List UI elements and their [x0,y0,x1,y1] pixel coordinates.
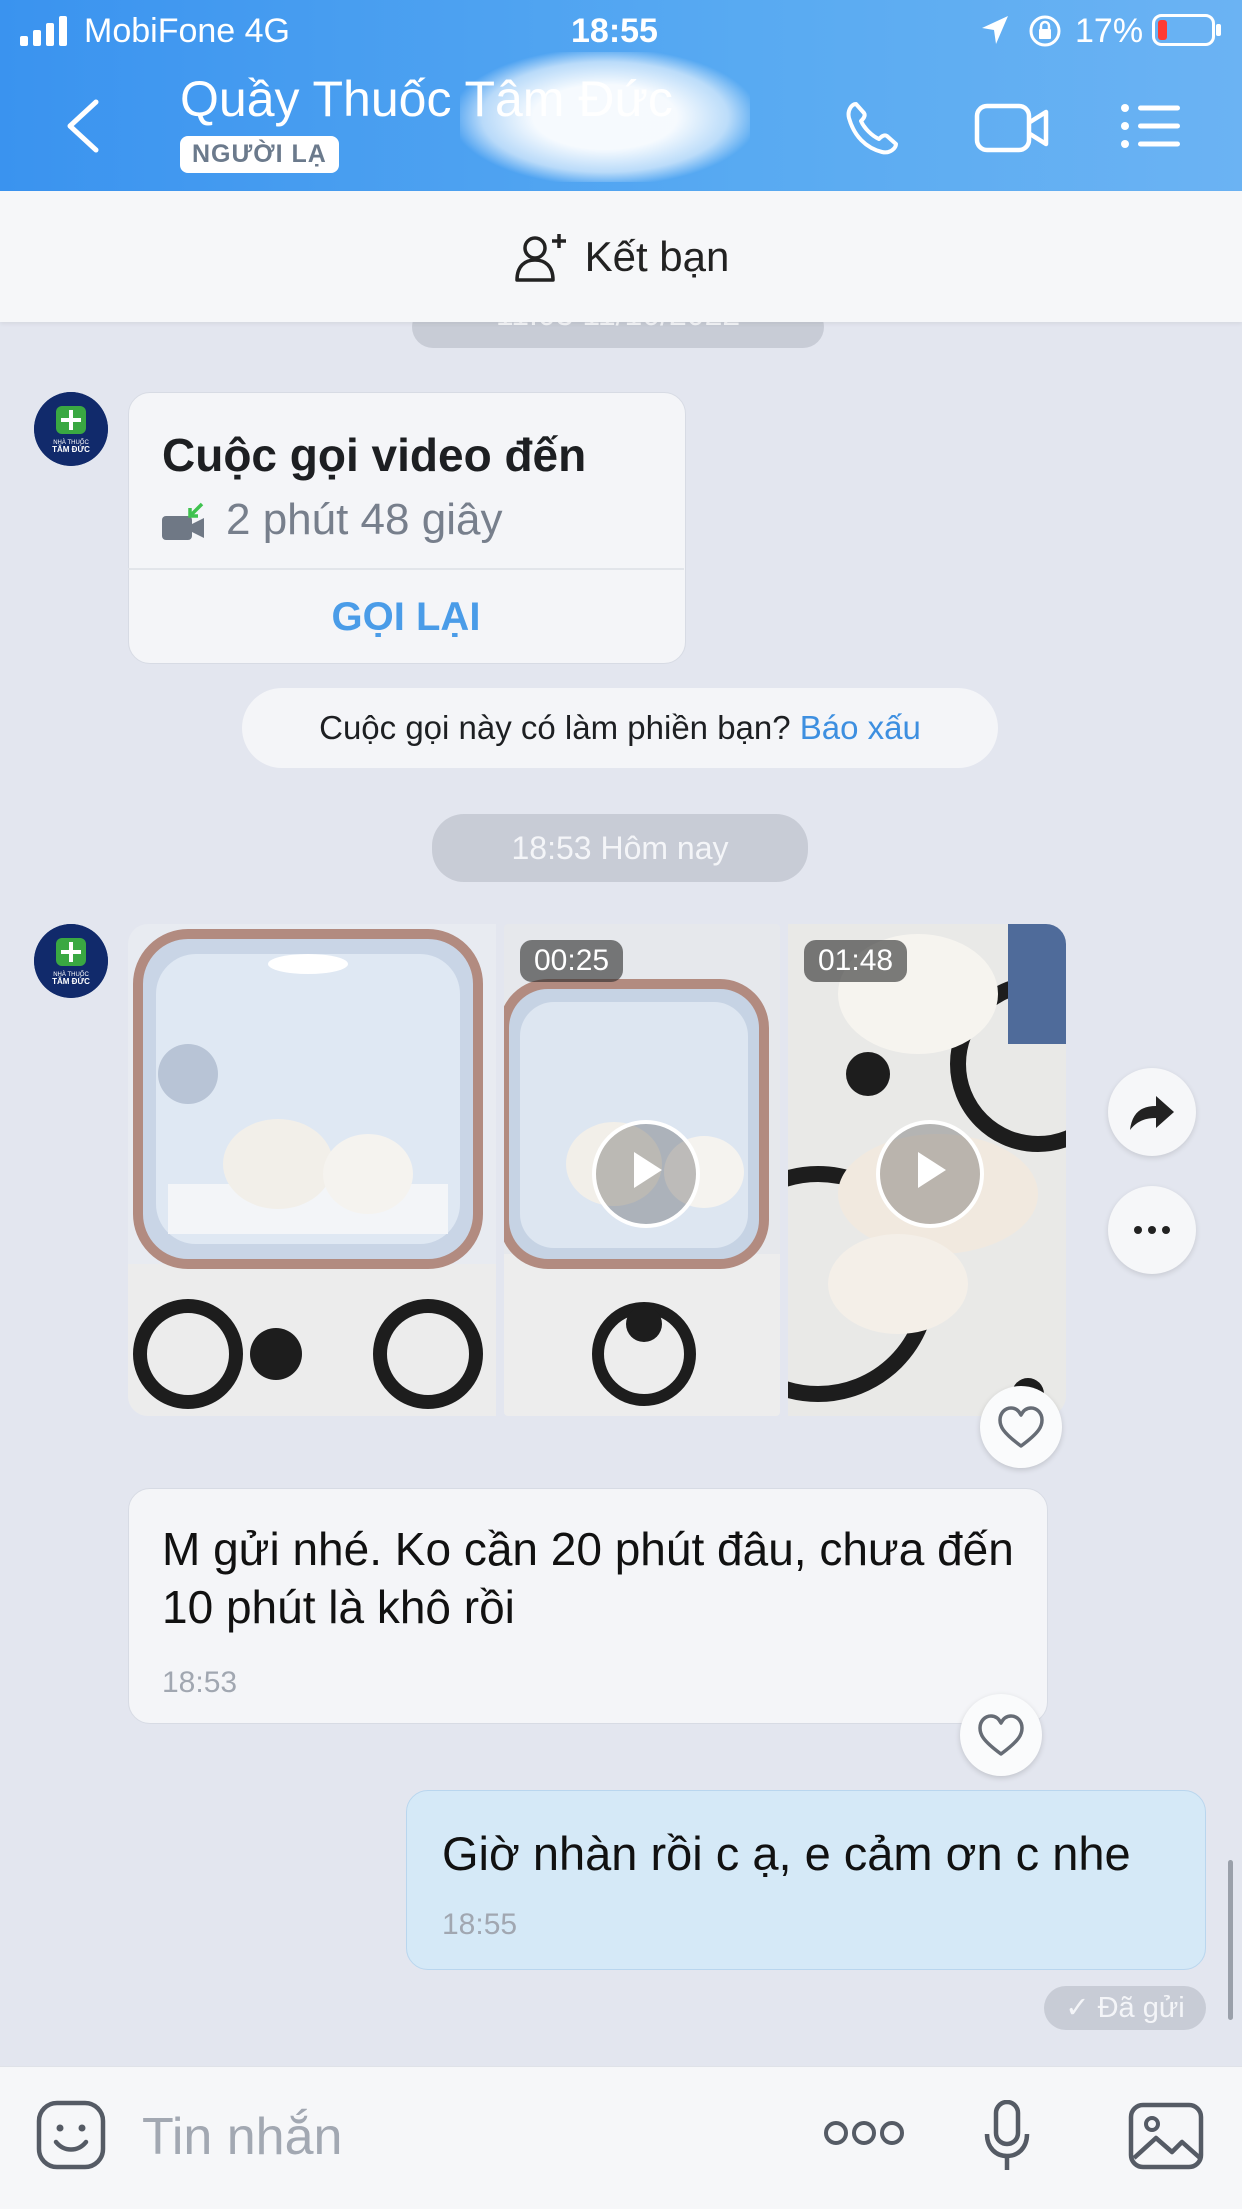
call-back-button[interactable]: GỌI LẠI [128,584,684,650]
avatar[interactable]: NHÀ THUỐC TÂM ĐỨC [34,392,108,466]
rotation-lock-icon [1029,15,1061,47]
pharmacy-logo-icon: NHÀ THUỐC TÂM ĐỨC [34,392,108,466]
message-text: M gửi nhé. Ko cần 20 phút đâu, chưa đến … [162,1523,1014,1633]
forward-button[interactable] [1108,1068,1196,1156]
add-friend-button[interactable]: Kết bạn [0,191,1242,322]
heart-icon [998,1406,1044,1448]
more-options-button[interactable] [1108,1186,1196,1274]
dog-dryer-photo [128,924,496,1416]
ellipsis-icon [1134,1226,1170,1234]
call-title: Cuộc gọi video đến [162,429,587,481]
signal-icon [20,16,67,46]
add-friend-label: Kết bạn [584,232,730,280]
phone-call-icon[interactable] [842,98,902,158]
more-actions-icon[interactable] [822,2118,906,2148]
location-arrow-icon [982,16,1008,44]
redaction-blur [460,52,750,182]
video-duration: 00:25 [520,940,624,982]
message-text: Giờ nhàn rồi c ạ, e cảm ơn c nhe [442,1827,1131,1880]
report-prompt: Cuộc gọi này có làm phiền bạn? Báo xấu [242,688,998,768]
carrier-label: MobiFone 4G [84,12,290,50]
message-time: 18:55 [442,1908,518,1941]
sent-status-badge: ✓ Đã gửi [1044,1986,1206,2030]
svg-text:TÂM ĐỨC: TÂM ĐỨC [52,977,90,986]
sticker-emoji-icon[interactable] [36,2100,106,2170]
image-gallery-icon[interactable] [1128,2102,1204,2170]
svg-text:TÂM ĐỨC: TÂM ĐỨC [52,445,90,454]
play-icon [918,1152,946,1188]
message-input[interactable] [140,2104,704,2170]
menu-list-icon[interactable] [1120,102,1182,150]
add-friend-icon [514,233,566,282]
date-separator-today: 18:53 Hôm nay [432,814,808,882]
video-call-icon[interactable] [974,100,1050,156]
report-question: Cuộc gọi này có làm phiền bạn? [319,709,791,746]
message-time: 18:53 [162,1666,238,1699]
battery-percent: 17% [1075,12,1144,50]
react-button[interactable] [960,1694,1042,1776]
report-link[interactable]: Báo xấu [800,709,921,746]
react-button[interactable] [980,1386,1062,1468]
stranger-badge: NGƯỜI LẠ [180,136,339,173]
back-chevron-icon[interactable] [60,96,106,156]
play-button[interactable] [876,1120,984,1228]
pharmacy-logo-icon: NHÀ THUỐC TÂM ĐỨC [34,924,108,998]
play-icon [634,1152,662,1188]
forward-arrow-icon [1130,1096,1174,1130]
video-duration: 01:48 [804,940,908,982]
clock: 18:55 [571,12,658,50]
incoming-video-icon [162,502,204,540]
heart-icon [978,1714,1024,1756]
avatar[interactable]: NHÀ THUỐC TÂM ĐỨC [34,924,108,998]
battery-icon [1152,14,1221,46]
microphone-icon[interactable] [984,2100,1030,2174]
divider [128,568,684,570]
play-button[interactable] [592,1120,700,1228]
photo-thumbnail[interactable] [128,924,496,1416]
scrollbar[interactable] [1228,1860,1233,2020]
call-duration: 2 phút 48 giây [226,495,503,544]
